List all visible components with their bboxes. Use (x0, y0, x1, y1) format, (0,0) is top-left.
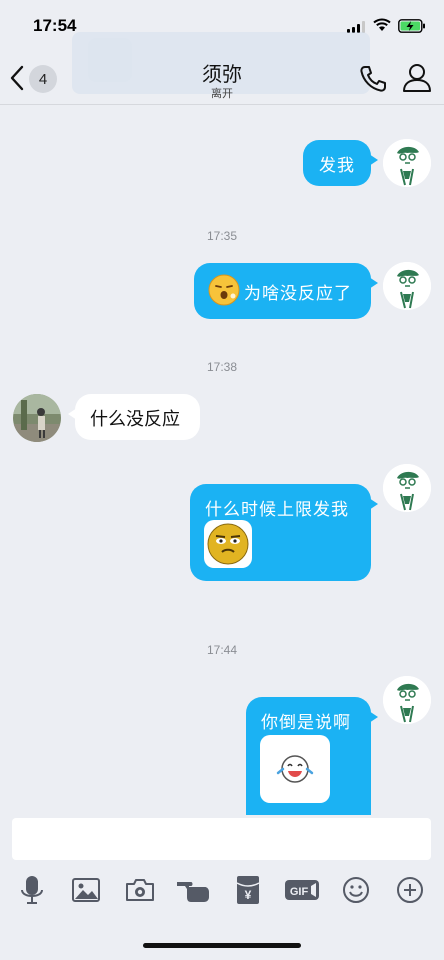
message-text: 你倒是说啊 (261, 713, 351, 733)
plus-icon[interactable] (390, 868, 430, 912)
gif-label: GIF (290, 886, 309, 898)
profile-icon[interactable] (402, 63, 432, 93)
message-text: 为啥没反应了 (244, 284, 352, 304)
outgoing-message[interactable]: 什么时候上限发我 (190, 484, 378, 581)
chat-toolbar: ¥ GIF (0, 868, 444, 912)
red-packet-icon[interactable]: ¥ (228, 868, 268, 912)
outgoing-message[interactable]: 你倒是说啊 (246, 697, 378, 815)
status-time: 17:54 (33, 16, 77, 35)
message-text: 发我 (319, 156, 355, 176)
emoji-icon[interactable] (336, 868, 376, 912)
mic-icon[interactable] (12, 868, 52, 912)
poke-hand-icon[interactable] (174, 868, 214, 912)
my-avatar[interactable] (383, 464, 431, 512)
gif-icon[interactable]: GIF (282, 868, 322, 912)
wifi-icon (373, 18, 391, 31)
message-input[interactable] (12, 818, 431, 860)
cartoon-avatar-icon (383, 139, 431, 187)
timestamp: 17:38 (206, 360, 238, 374)
contact-avatar[interactable] (13, 394, 61, 442)
timestamp: 17:35 (206, 229, 238, 243)
home-indicator (143, 943, 301, 948)
crying-laugh-sticker-icon (276, 755, 314, 783)
battery-charging-icon (398, 19, 425, 33)
image-icon[interactable] (66, 868, 106, 912)
red-packet-symbol: ¥ (245, 888, 252, 902)
camera-icon[interactable] (120, 868, 160, 912)
timestamp: 17:44 (206, 643, 238, 657)
sad-face-sticker-icon (207, 523, 249, 565)
cartoon-avatar-icon (383, 464, 431, 512)
my-avatar[interactable] (383, 139, 431, 187)
message-text: 什么时候上限发我 (205, 500, 349, 520)
chat-header: 4 须弥 离开 (0, 32, 444, 105)
outgoing-message[interactable]: 发我 (303, 140, 378, 186)
message-text: 什么没反应 (90, 409, 180, 430)
cartoon-avatar-icon (383, 262, 431, 310)
outgoing-message[interactable]: 为啥没反应了 (194, 263, 378, 319)
photo-avatar-icon (13, 394, 61, 442)
my-avatar[interactable] (383, 262, 431, 310)
phone-icon[interactable] (358, 64, 388, 94)
incoming-message[interactable]: 什么没反应 (68, 394, 200, 440)
sticker-image[interactable] (260, 735, 330, 803)
my-avatar[interactable] (383, 676, 431, 724)
cartoon-avatar-icon (383, 676, 431, 724)
yawn-emoji-icon (208, 274, 240, 306)
sticker-image[interactable] (204, 520, 252, 568)
